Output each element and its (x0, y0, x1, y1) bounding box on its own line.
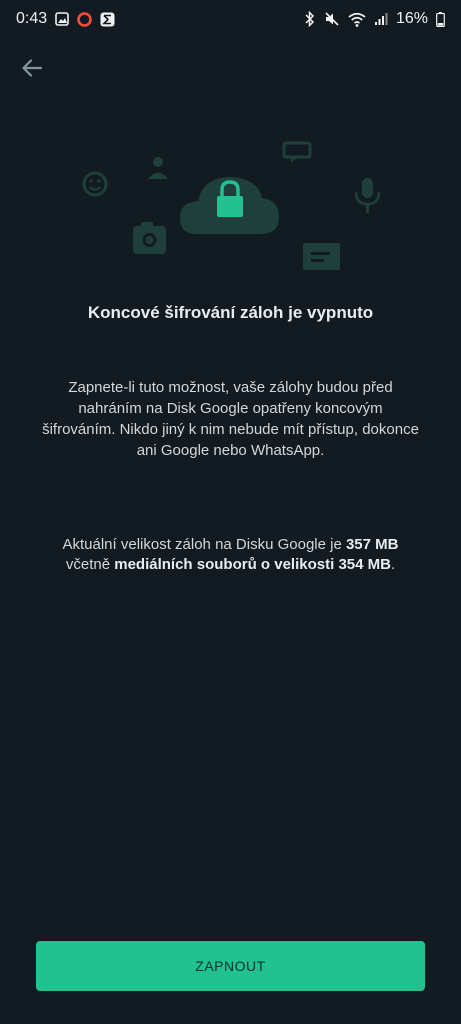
gallery-icon (55, 12, 69, 26)
status-bar: 0:43 16% (0, 0, 461, 38)
chat-icon (282, 141, 312, 163)
message-icon (303, 243, 340, 270)
contact-icon (148, 157, 168, 179)
camera-icon (133, 222, 166, 254)
media-size: mediálních souborů o velikosti 354 MB (114, 556, 391, 573)
size-info-text-1: Aktuální velikost záloh na Disku Google … (62, 536, 346, 553)
smiley-icon (82, 171, 108, 197)
mute-icon (324, 11, 340, 27)
enable-button[interactable]: ZAPNOUT (36, 941, 425, 991)
status-left: 0:43 (16, 10, 115, 28)
description-text: Zapnete-li tuto možnost, vaše zálohy bud… (42, 379, 419, 459)
backup-size-info: Aktuální velikost záloh na Disku Google … (40, 535, 421, 575)
status-right: 16% (304, 10, 445, 28)
battery-icon (436, 11, 445, 27)
encryption-illustration (82, 141, 381, 270)
wifi-icon (348, 12, 366, 27)
status-time: 0:43 (16, 10, 48, 27)
arrow-left-icon (22, 59, 43, 77)
opera-icon (77, 11, 92, 27)
size-info-text-3: . (390, 556, 396, 573)
backup-size-total: 357 MB (345, 536, 399, 553)
cloud-lock-icon (180, 177, 279, 234)
enable-button-label: ZAPNOUT (195, 958, 266, 974)
mic-icon (354, 178, 381, 213)
battery-percentage: 16% (395, 10, 428, 27)
page-title: Koncové šifrování záloh je vypnuto (87, 303, 374, 322)
sigma-app-icon (100, 12, 115, 27)
signal-icon (374, 12, 388, 26)
bluetooth-icon (304, 11, 316, 27)
size-info-text-2: včetně (65, 556, 115, 573)
back-button[interactable] (14, 50, 50, 86)
